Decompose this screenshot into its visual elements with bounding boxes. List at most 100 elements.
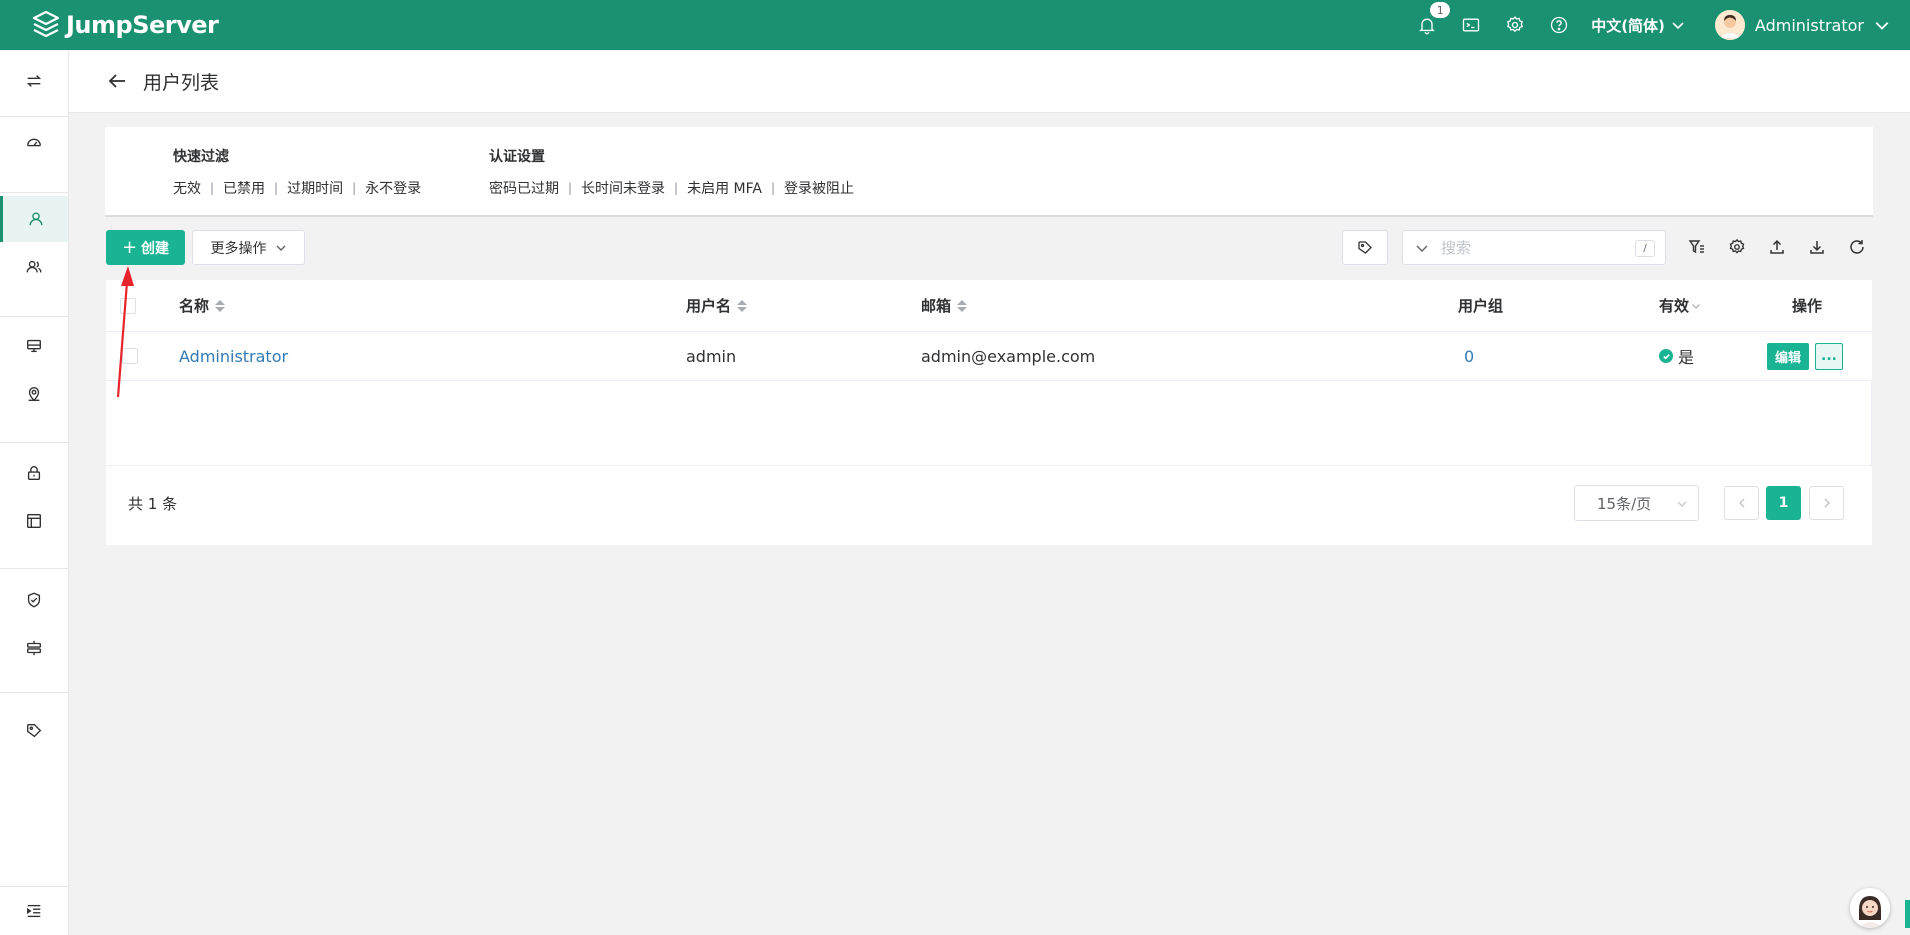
sort-icon[interactable] <box>957 299 968 312</box>
label-filter-button[interactable] <box>1342 230 1388 265</box>
chat-assistant-button[interactable] <box>1850 888 1890 928</box>
export-button[interactable] <box>1806 236 1828 258</box>
page-title: 用户列表 <box>143 71 220 94</box>
filter-disabled[interactable]: 已禁用 <box>223 178 265 198</box>
page-size-value: 15条/页 <box>1597 494 1652 513</box>
user-avatar-icon <box>1714 10 1745 40</box>
check-circle-icon <box>1659 349 1673 363</box>
cell-valid: 是 <box>1659 332 1694 380</box>
annotation-arrow-icon <box>116 266 134 398</box>
gear-icon <box>1729 238 1745 254</box>
cell-name: Administrator <box>179 332 288 380</box>
column-username-label: 用户名 <box>686 297 732 315</box>
language-selector[interactable]: 中文(简体) <box>1591 15 1685 36</box>
gear-icon <box>1507 16 1524 33</box>
page-header: 用户列表 <box>69 50 1910 113</box>
plus-icon: + <box>121 237 138 258</box>
auth-filter-title: 认证设置 <box>489 149 545 165</box>
search-input[interactable] <box>1441 238 1621 257</box>
more-actions-label: 更多操作 <box>210 240 267 257</box>
column-valid[interactable]: 有效 <box>1659 280 1701 331</box>
sidebar-item-permissions[interactable] <box>0 450 68 496</box>
next-page-button[interactable] <box>1809 486 1844 520</box>
filter-password-expired[interactable]: 密码已过期 <box>489 178 559 198</box>
chevron-down-icon <box>1672 22 1684 30</box>
user-table: 名称 用户名 邮箱 用户组 有效 操作 Administrator admin <box>106 280 1872 545</box>
filter-login-blocked[interactable]: 登录被阻止 <box>784 178 854 198</box>
location-icon <box>28 387 40 402</box>
terminal-icon <box>1463 18 1480 32</box>
language-label: 中文(简体) <box>1591 16 1665 35</box>
page-number-current[interactable]: 1 <box>1766 486 1801 520</box>
sidebar-collapse-button[interactable] <box>0 888 68 934</box>
shield-check-icon <box>27 592 41 608</box>
column-valid-label: 有效 <box>1659 297 1690 315</box>
chevron-right-icon <box>1824 498 1830 508</box>
sidebar-item-templates[interactable] <box>0 498 68 544</box>
chevron-down-icon <box>1677 501 1687 507</box>
user-menu[interactable]: Administrator <box>1714 10 1890 40</box>
column-name-label: 名称 <box>179 297 210 315</box>
chevron-down-icon <box>276 245 285 251</box>
filter-mfa-disabled[interactable]: 未启用 MFA <box>687 178 762 198</box>
edit-button[interactable]: 编辑 <box>1767 342 1809 370</box>
group-count-link[interactable]: 0 <box>1464 347 1474 366</box>
sidebar-item-users[interactable] <box>0 196 68 242</box>
notification-button[interactable]: 1 <box>1405 0 1451 50</box>
column-actions: 操作 <box>1792 280 1822 331</box>
prev-page-button[interactable] <box>1724 486 1759 520</box>
user-name-link[interactable]: Administrator <box>179 347 288 366</box>
sort-icon[interactable] <box>215 299 226 312</box>
logo[interactable]: JumpServer <box>30 9 219 41</box>
chevron-down-icon[interactable] <box>1415 241 1429 255</box>
sidebar-item-rules[interactable] <box>0 625 68 671</box>
sidebar-item-acl[interactable] <box>0 577 68 623</box>
refresh-icon <box>1850 240 1864 254</box>
help-icon <box>1551 16 1568 34</box>
cell-email: admin@example.com <box>921 346 1096 366</box>
column-email[interactable]: 邮箱 <box>921 280 968 331</box>
column-username[interactable]: 用户名 <box>686 280 748 331</box>
indent-icon <box>27 904 41 918</box>
sidebar-item-dashboard[interactable] <box>0 119 68 165</box>
filter-long-inactive[interactable]: 长时间未登录 <box>581 178 665 198</box>
sidebar-item-zones[interactable] <box>0 371 68 417</box>
cell-actions: 编辑 ... <box>1767 332 1843 380</box>
refresh-button[interactable] <box>1846 236 1868 258</box>
create-label: 创建 <box>141 240 170 257</box>
sort-icon[interactable] <box>737 299 748 312</box>
search-box[interactable]: / <box>1402 230 1666 265</box>
column-filter-button[interactable] <box>1686 236 1708 258</box>
page-size-select[interactable]: 15条/页 <box>1574 485 1699 521</box>
bell-icon <box>1419 18 1436 35</box>
arrow-left-icon[interactable] <box>106 70 128 92</box>
sidebar-switch-view[interactable] <box>0 58 68 104</box>
column-actions-label: 操作 <box>1792 297 1823 315</box>
sidebar-item-user-groups[interactable] <box>0 244 68 290</box>
chevron-down-icon[interactable] <box>1691 301 1701 311</box>
chevron-left-icon <box>1738 498 1744 508</box>
import-button[interactable] <box>1766 236 1788 258</box>
sidebar-item-assets[interactable] <box>0 323 68 369</box>
valid-value: 是 <box>1678 348 1695 367</box>
filter-expired[interactable]: 过期时间 <box>287 178 343 198</box>
row-more-button[interactable]: ... <box>1815 342 1843 370</box>
filter-never-login[interactable]: 永不登录 <box>365 178 421 198</box>
username-label: Administrator <box>1754 15 1864 35</box>
table-settings-button[interactable] <box>1726 236 1748 258</box>
column-name[interactable]: 名称 <box>179 280 226 331</box>
sidebar-item-labels[interactable] <box>0 708 68 754</box>
side-drawer-tab[interactable] <box>1905 900 1910 928</box>
create-button[interactable]: + 创建 <box>106 230 185 265</box>
web-terminal-button[interactable] <box>1449 0 1493 50</box>
auth-filter-group: 认证设置 密码已过期 | 长时间未登录 | 未启用 MFA | 登录被阻止 <box>489 146 854 198</box>
upload-icon <box>1770 239 1784 254</box>
more-actions-button[interactable]: 更多操作 <box>192 230 305 265</box>
download-icon <box>1810 241 1824 254</box>
notification-badge: 1 <box>1430 2 1451 18</box>
settings-button[interactable] <box>1493 0 1537 50</box>
filter-icon <box>1688 240 1704 254</box>
sidebar <box>0 50 69 935</box>
filter-invalid[interactable]: 无效 <box>173 178 201 198</box>
help-button[interactable] <box>1537 0 1581 50</box>
